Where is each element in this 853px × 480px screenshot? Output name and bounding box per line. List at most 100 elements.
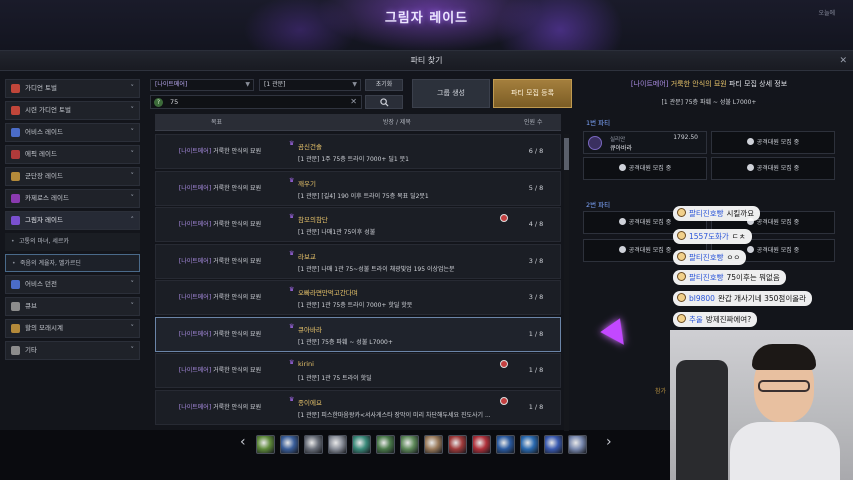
sidebar-category[interactable]: 에픽 레이드 ˅	[5, 145, 140, 164]
row-owner-name: 곰신건솔	[298, 143, 322, 151]
sidebar-category[interactable]: 할의 모래시계 ˅	[5, 319, 140, 338]
row-description: [1 관문] 나매1관 75이후 성불	[298, 229, 376, 236]
register-recruit-button[interactable]: 파티 모집 등록	[493, 79, 572, 108]
moon-orb-icon[interactable]	[544, 435, 563, 454]
sidebar-category-label: 어비스 레이드	[25, 128, 63, 136]
chevron-up-icon: ˄	[130, 216, 135, 224]
chevron-down-icon: ˅	[130, 324, 135, 332]
table-row[interactable]: [나이트메어] 거룩한 안식의 묘원 ♛ 곰신건솔 [1 관문] 1주 75층 트라이…	[155, 134, 561, 169]
sidebar-category[interactable]: 가디언 토벌 ˅	[5, 79, 140, 98]
row-member-count: 1 / 8	[528, 366, 544, 374]
table-row[interactable]: [나이트메어] 거룩한 안식의 묘원 ♛ 깨우기 [1 관문] [길4] 190 이후…	[155, 170, 561, 207]
class-icon	[588, 136, 602, 150]
recruit-slot[interactable]: 공격대원 모집 중	[583, 157, 707, 180]
category-icon	[11, 172, 20, 181]
sidebar-category[interactable]: 어비스 던전 ˅	[5, 275, 140, 294]
recruit-slot-label: 공격대원 모집 중	[756, 165, 800, 172]
sidebar-subitem[interactable]: 고통의 마녀, 세르카	[5, 233, 140, 251]
table-row[interactable]: [나이트메어] 거룩한 안식의 묘원 ♛ 종이에요 [1 관문] 피스한마음왕카<서사…	[155, 389, 561, 425]
member-name: 큐아바라	[610, 145, 633, 152]
chat-message: 팔티진호빵 ㅇㅇ	[673, 250, 747, 265]
chevron-left-icon[interactable]: ‹	[240, 434, 246, 450]
recruit-icon	[618, 218, 626, 225]
table-row[interactable]: [나이트메어] 거룩한 안식의 묘원 ♛ 참모의참단 [1 관문] 나매1관 75이후…	[155, 207, 561, 242]
sidebar-subitem[interactable]: 죽음의 계율자, 벨가르딘	[5, 254, 140, 272]
chevron-right-icon[interactable]: ›	[606, 434, 612, 450]
sidebar-category[interactable]: 카제로스 레이드 ˅	[5, 189, 140, 208]
glasses	[758, 380, 810, 392]
chat-username: bl9800	[689, 294, 715, 303]
row-description: [1 관문] 나매 1관 75~성불 트라이 채광빛업 195 이상업는분	[298, 265, 455, 273]
sidebar-category-label: 에픽 레이드	[25, 150, 57, 158]
row-owner-name: 종이에요	[298, 398, 322, 407]
sidebar-category-label: 큐브	[25, 302, 37, 310]
scroll-blue-icon[interactable]	[280, 435, 299, 454]
create-group-button[interactable]: 그룹 생성	[412, 79, 490, 108]
sidebar-category[interactable]: 어비스 레이드 ˅	[5, 123, 140, 142]
row-owner-name: 깨우기	[298, 179, 316, 188]
recruit-slot[interactable]: 공격대원 모집 중	[711, 131, 835, 154]
category-icon	[11, 302, 20, 311]
emoji-face-icon	[677, 252, 686, 261]
row-goal-name: 거룩한 안식의 묘원	[213, 330, 262, 338]
ruby-orb-icon[interactable]	[448, 435, 467, 454]
orb-teal-icon[interactable]	[352, 435, 371, 454]
feather-icon[interactable]	[328, 435, 347, 454]
sidebar-category[interactable]: 시련 가디언 토벌 ˅	[5, 101, 140, 120]
rune-gray-icon[interactable]	[304, 435, 323, 454]
row-owner-name: 참모의참단	[298, 216, 328, 224]
search-input[interactable]: ? 75 ✕	[150, 95, 362, 109]
recruit-slot[interactable]: 공격대원 모집 중	[711, 157, 835, 180]
recruit-slot-label: 공격대원 모집 중	[756, 139, 800, 146]
row-goal-name: 거룩한 안식의 묘원	[213, 184, 262, 192]
leaf-icon[interactable]	[400, 435, 419, 454]
window-header: 파티 찾기 ✕	[0, 51, 853, 71]
row-goal-tag: [나이트메어]	[178, 330, 212, 338]
row-description: [1 관문] [길4] 190 이후 트라이 75층 목표 딜2뭇1	[298, 192, 429, 200]
chat-text: 방제진짜에여?	[705, 315, 752, 324]
row-goal: [나이트메어] 거룩한 안식의 묘원	[156, 172, 284, 207]
party-1-label: 1번 파티	[586, 119, 611, 127]
crimson-orb-icon[interactable]	[472, 435, 491, 454]
clear-icon[interactable]: ✕	[350, 97, 357, 106]
sidebar-category-label: 가디언 토벌	[25, 84, 57, 92]
scrollbar-thumb[interactable]	[564, 138, 569, 170]
detail-title-name: 거룩한 안식의 묘원	[670, 80, 727, 88]
table-row[interactable]: [나이트메어] 거룩한 안식의 묘원 ♛ kirini [1 관문] 1관 75 트라…	[155, 353, 561, 388]
lock-icon	[500, 396, 508, 405]
chat-message: bl9800 완갑 개사기네 350점이올라	[673, 291, 813, 306]
potion-green-icon[interactable]	[376, 435, 395, 454]
chat-text: ㅇㅇ	[726, 253, 741, 262]
row-member-count: 1 / 8	[528, 402, 544, 411]
chat-message: 팔티진호빵 시킬까요	[673, 206, 761, 221]
sidebar-category[interactable]: 큐브 ˅	[5, 297, 140, 316]
category-icon	[11, 194, 20, 203]
raid-select[interactable]: [나이트메어] ▼	[150, 79, 254, 91]
category-icon	[11, 128, 20, 137]
detail-subtitle: [1 관문] 75층 파훼 ~ 성불 L7000+	[661, 99, 757, 106]
chevron-down-icon: ▼	[352, 81, 357, 88]
search-button[interactable]	[365, 95, 403, 109]
sidebar-category[interactable]: 그림자 레이드 ˄	[5, 211, 140, 230]
table-row[interactable]: [나이트메어] 거룩한 안식의 묘원 ♛ 큐아바라 [1 관문] 75층 파훼 ~ 성…	[155, 316, 561, 352]
gift-box-icon[interactable]	[256, 435, 275, 454]
streamer-hair	[752, 344, 816, 370]
gear-blue-icon[interactable]	[496, 435, 515, 454]
pearl-orb-icon[interactable]	[568, 435, 587, 454]
table-row[interactable]: [나이트메어] 거룩한 안식의 묘원 ♛ 라보교 [1 관문] 나매 1관 75~성불…	[155, 243, 561, 279]
sidebar-category[interactable]: 기타 ˅	[5, 341, 140, 360]
recruit-icon	[746, 164, 754, 171]
member-slot[interactable]: 실리안 큐아바라 1792.50	[583, 131, 707, 154]
reset-button[interactable]: 초기화	[365, 79, 403, 91]
table-row[interactable]: [나이트메어] 거룩한 안식의 묘원 ♛ 오빠라면만먹고간다며 [1 관문] 1관 7…	[155, 280, 561, 315]
table-scrollbar[interactable]	[564, 134, 569, 431]
close-icon[interactable]: ✕	[839, 51, 847, 71]
sapphire-orb-icon[interactable]	[520, 435, 539, 454]
row-goal: [나이트메어] 거룩한 안식의 묘원	[156, 281, 284, 316]
chevron-down-icon: ˅	[130, 150, 135, 158]
sidebar-category[interactable]: 군단장 레이드 ˅	[5, 167, 140, 186]
chevron-down-icon: ˅	[130, 172, 135, 180]
party-list-table: 목표 방장 / 제목 인원 수 [나이트메어] 거룩한 안식의 묘원 ♛ 곰신건솔[…	[155, 114, 569, 431]
gate-select[interactable]: [1 관문] ▼	[259, 79, 361, 91]
flower-icon[interactable]	[424, 435, 443, 454]
